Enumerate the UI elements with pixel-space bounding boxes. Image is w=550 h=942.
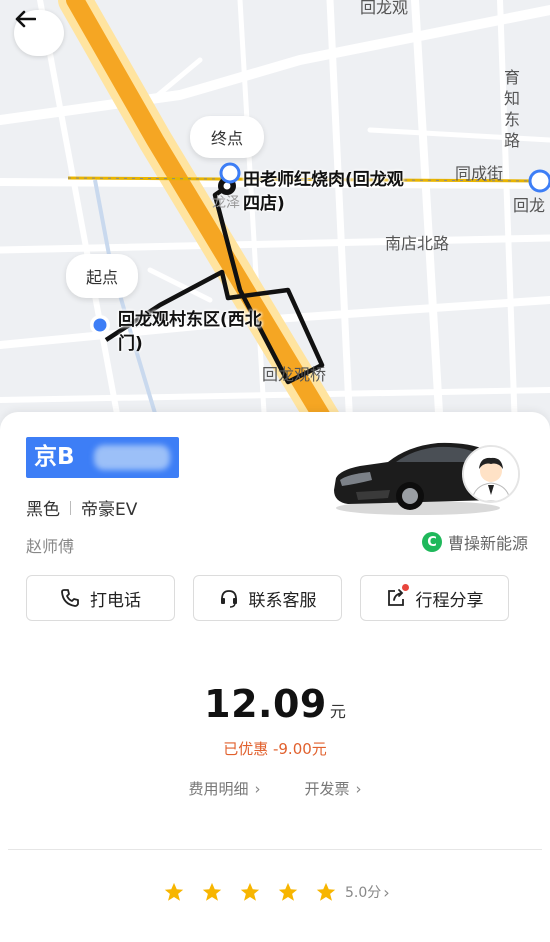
origin-bubble: 起点	[66, 254, 138, 298]
contact-support-button[interactable]: 联系客服	[193, 575, 342, 621]
chevron-right-icon: ›	[383, 882, 390, 902]
share-trip-button[interactable]: 行程分享	[360, 575, 509, 621]
destination-bubble: 终点	[190, 116, 264, 158]
star-icon	[316, 882, 336, 901]
trip-detail-screen: 回龙观 育知东路 同成街 回龙 南店北路 回龙观桥 龙泽 终点 田老师红烧肉(回…	[0, 0, 550, 942]
call-button[interactable]: 打电话	[26, 575, 175, 621]
map-label-tongcheng-street: 同成街	[455, 164, 504, 183]
rating-score: 5.0分	[345, 885, 382, 901]
plate-prefix: 京B	[34, 444, 75, 470]
map-view[interactable]: 回龙观 育知东路 同成街 回龙 南店北路 回龙观桥 龙泽 终点 田老师红烧肉(回…	[0, 0, 550, 430]
chevron-right-icon: ›	[254, 780, 261, 798]
cc-logo-icon: C	[421, 532, 442, 552]
operator-info: C 曹操新能源	[421, 530, 528, 554]
back-button[interactable]	[14, 10, 64, 56]
discount-text: 已优惠 -9.00元	[223, 740, 327, 758]
headset-icon	[220, 590, 237, 608]
fare-unit: 元	[329, 702, 346, 721]
driver-name: 赵师傅	[26, 537, 75, 556]
chevron-right-icon: ›	[355, 780, 362, 798]
map-label-partial-east: 回龙	[513, 196, 546, 215]
call-button-label: 打电话	[90, 590, 141, 611]
driver-avatar-icon	[464, 447, 518, 501]
star-icon	[278, 882, 298, 901]
divider	[8, 849, 542, 850]
notification-dot	[401, 584, 409, 591]
fare-links: 费用明细 › 开发票 ›	[0, 778, 550, 799]
invoice-label: 开发票	[304, 780, 350, 798]
vehicle-model: 帝豪EV	[81, 500, 138, 520]
destination-name[interactable]: 田老师红烧肉(回龙观四店)	[243, 168, 413, 216]
fare-details-link[interactable]: 费用明细 ›	[188, 778, 260, 799]
info-separator	[70, 500, 71, 515]
origin-name[interactable]: 回龙观村东区(西北门)	[118, 308, 268, 356]
map-label-yuzhi-east-road: 育知东路	[503, 68, 520, 150]
vehicle-info: 黑色 帝豪EV	[26, 495, 137, 520]
fare-amount: 12.09 元	[0, 682, 550, 726]
share-trip-label: 行程分享	[415, 590, 484, 611]
map-label-huilongguan: 回龙观	[360, 0, 409, 17]
fare-value: 12.09	[204, 682, 327, 726]
contact-support-label: 联系客服	[248, 590, 317, 611]
plate-number-redacted	[94, 445, 170, 470]
fare-details-label: 费用明细	[188, 780, 249, 798]
map-label-nandian-north-road: 南店北路	[385, 234, 450, 253]
license-plate: 京B	[26, 437, 179, 478]
map-label-huilongguan-bridge: 回龙观桥	[262, 365, 327, 384]
vehicle-color: 黑色	[26, 500, 60, 520]
driver-rating[interactable]: 5.0分 ›	[163, 881, 390, 903]
action-buttons: 打电话 联系客服 行程分享	[26, 575, 511, 621]
star-icon	[164, 882, 184, 901]
driver-avatar[interactable]	[462, 445, 520, 503]
trip-card: 京B 黑色 帝豪EV 赵师傅 C 曹操新能源 打电话 联系客服 行程分享 12.…	[0, 412, 550, 942]
share-icon	[386, 584, 409, 608]
operator-name: 曹操新能源	[447, 534, 528, 553]
map-label-partial-west: 龙泽	[212, 195, 240, 211]
invoice-link[interactable]: 开发票 ›	[305, 778, 362, 799]
phone-icon	[61, 589, 79, 607]
star-icon	[240, 882, 260, 901]
arrow-left-icon	[15, 10, 36, 28]
star-icon	[202, 882, 222, 901]
